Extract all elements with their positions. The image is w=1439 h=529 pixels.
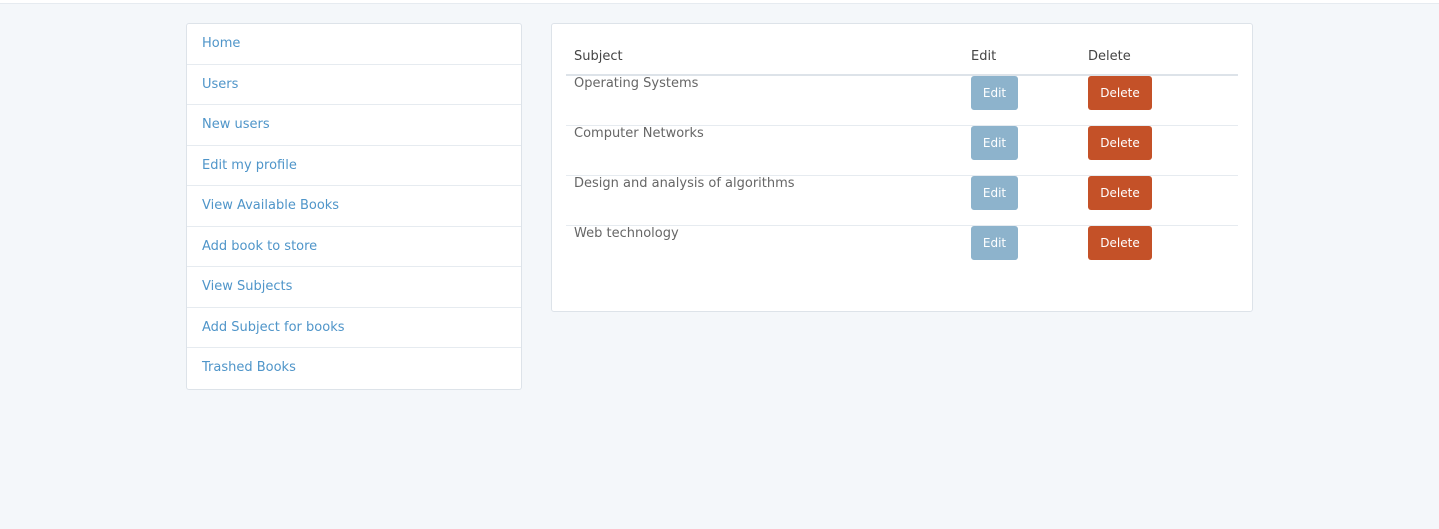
sidebar-item-home[interactable]: Home <box>187 24 521 65</box>
subject-name: Design and analysis of algorithms <box>566 175 963 226</box>
table-row: Web technology Edit Delete <box>566 225 1238 275</box>
edit-button[interactable]: Edit <box>971 225 1018 260</box>
subject-name: Web technology <box>574 225 679 241</box>
column-header-edit: Edit <box>963 38 1080 76</box>
edit-button[interactable]: Edit <box>971 76 1018 110</box>
edit-button[interactable]: Edit <box>971 125 1018 160</box>
column-header-delete: Delete <box>1080 38 1238 76</box>
edit-button[interactable]: Edit <box>971 175 1018 210</box>
sidebar-item-users[interactable]: Users <box>187 65 521 105</box>
delete-button[interactable]: Delete <box>1088 125 1152 160</box>
sidebar-nav: Home Users New users Edit my profile Vie… <box>186 23 522 390</box>
table-row: Operating Systems Edit Delete <box>566 75 1238 126</box>
column-header-subject: Subject <box>566 38 963 76</box>
delete-button[interactable]: Delete <box>1088 175 1152 210</box>
delete-button[interactable]: Delete <box>1088 225 1152 260</box>
sidebar-item-edit-my-profile[interactable]: Edit my profile <box>187 146 521 186</box>
sidebar-item-add-subject-for-books[interactable]: Add Subject for books <box>187 308 521 348</box>
subjects-table: Subject Edit Delete Operating Systems Ed… <box>566 38 1238 275</box>
sidebar-item-view-available-books[interactable]: View Available Books <box>187 186 521 227</box>
sidebar-item-add-book-to-store[interactable]: Add book to store <box>187 227 521 267</box>
table-row: Computer Networks Edit Delete <box>566 125 1238 176</box>
sidebar-item-view-subjects[interactable]: View Subjects <box>187 267 521 308</box>
top-bar <box>0 0 1439 4</box>
delete-button[interactable]: Delete <box>1088 76 1152 110</box>
subjects-panel: Subject Edit Delete Operating Systems Ed… <box>551 23 1253 312</box>
subject-name: Computer Networks <box>566 125 963 176</box>
sidebar-item-trashed-books[interactable]: Trashed Books <box>187 348 521 389</box>
table-header-row: Subject Edit Delete <box>566 38 1238 76</box>
table-row: Design and analysis of algorithms Edit D… <box>566 175 1238 226</box>
sidebar-item-new-users[interactable]: New users <box>187 105 521 146</box>
subject-name: Operating Systems <box>566 75 963 126</box>
